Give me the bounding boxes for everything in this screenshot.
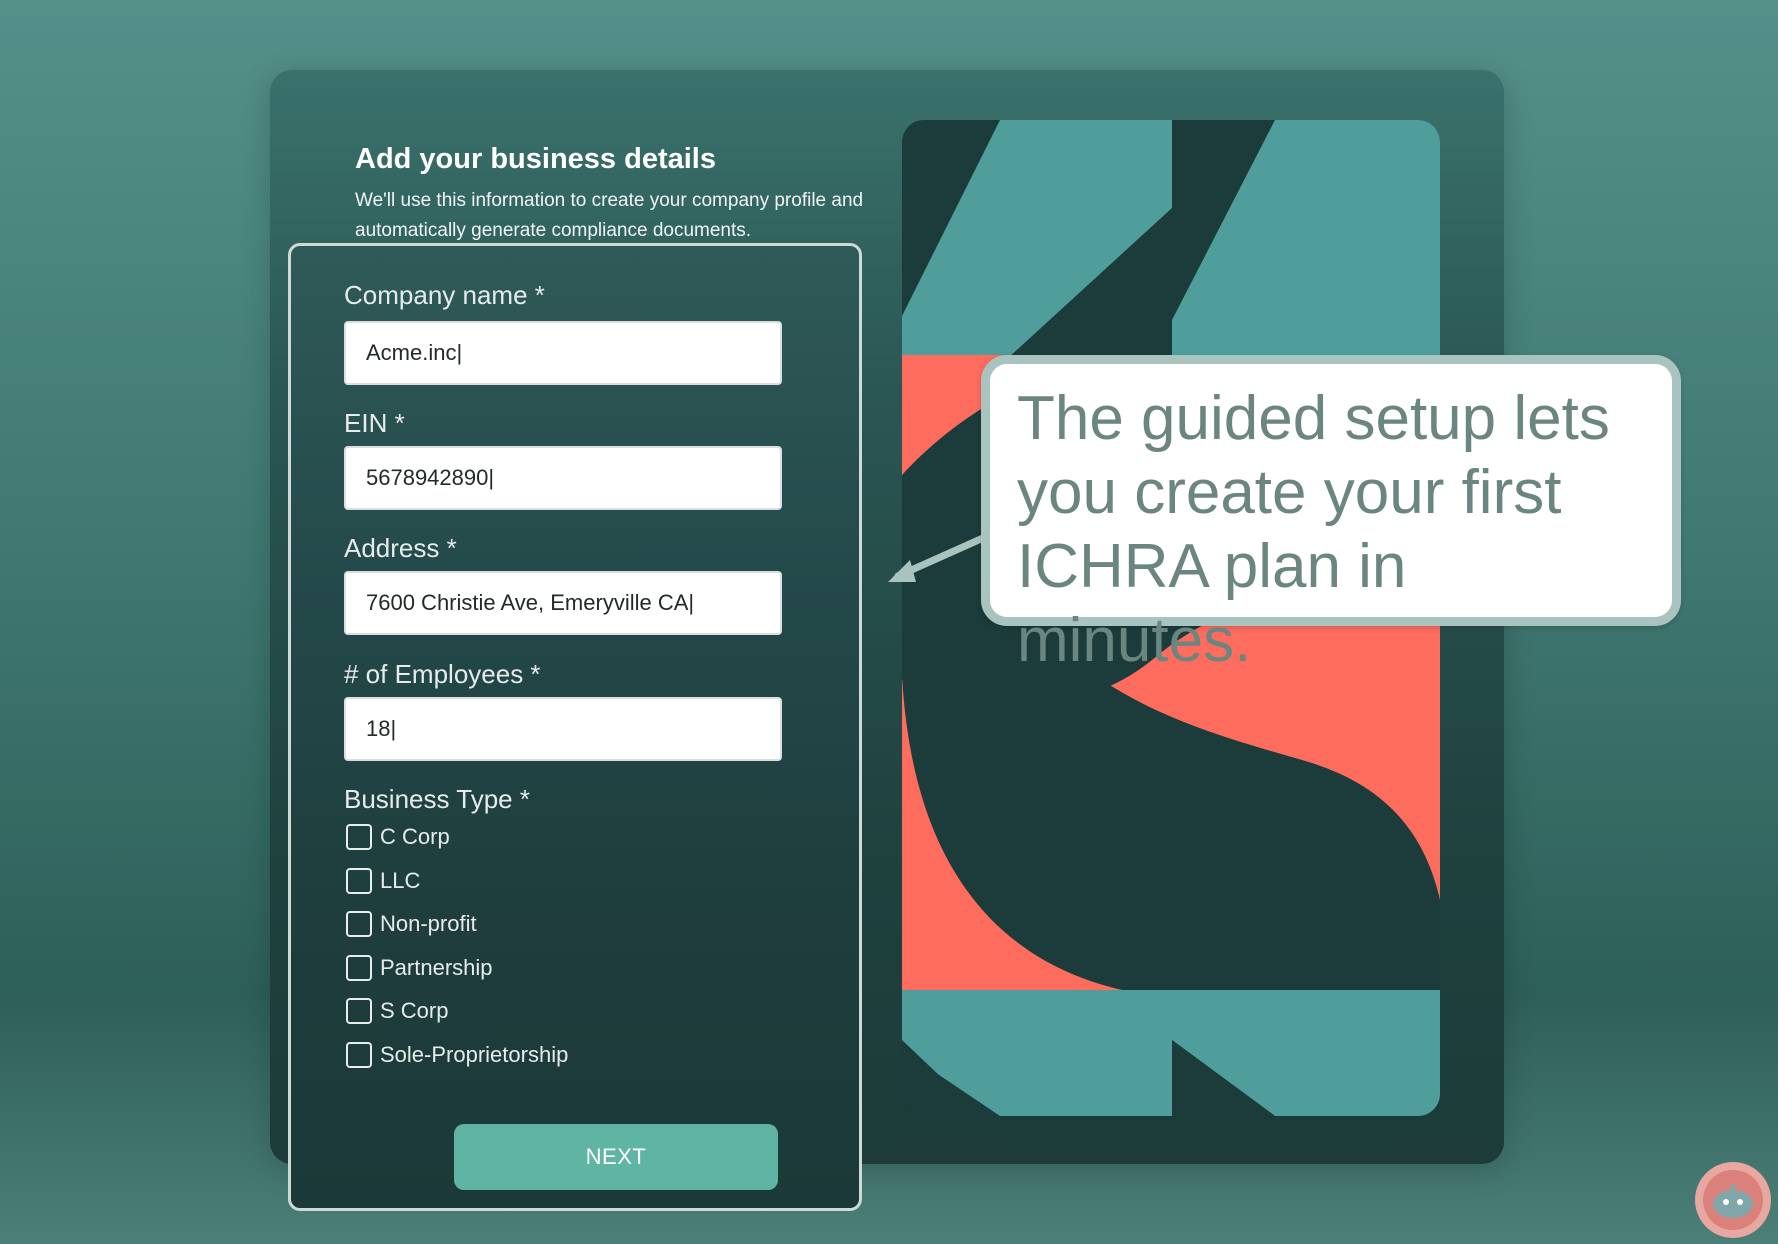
ein-input[interactable] xyxy=(344,446,782,510)
non-profit-checkbox[interactable] xyxy=(346,911,372,937)
ein-label: EIN * xyxy=(344,408,405,438)
s-corp-checkbox[interactable] xyxy=(346,998,372,1024)
next-button[interactable]: NEXT xyxy=(454,1124,778,1190)
company-name-input[interactable] xyxy=(344,321,782,385)
business-type-option-partnership[interactable]: Partnership xyxy=(346,953,493,983)
c-corp-label: C Corp xyxy=(380,824,450,849)
business-type-label: Business Type * xyxy=(344,784,530,814)
partnership-checkbox[interactable] xyxy=(346,955,372,981)
business-type-option-non-profit[interactable]: Non-profit xyxy=(346,909,477,939)
employees-input[interactable] xyxy=(344,697,782,761)
tooltip-callout: The guided setup lets you create your fi… xyxy=(981,355,1681,675)
page-subtitle: We'll use this information to create you… xyxy=(355,190,864,241)
company-name-label: Company name * xyxy=(344,280,545,310)
llc-label: LLC xyxy=(380,868,421,893)
chatbot-icon[interactable] xyxy=(1693,1160,1773,1240)
partnership-label: Partnership xyxy=(380,955,493,980)
c-corp-checkbox[interactable] xyxy=(346,824,372,850)
address-input[interactable] xyxy=(344,571,782,635)
s-corp-label: S Corp xyxy=(380,998,449,1023)
llc-checkbox[interactable] xyxy=(346,868,372,894)
business-type-option-llc[interactable]: LLC xyxy=(346,866,420,896)
business-type-option-s-corp[interactable]: S Corp xyxy=(346,996,448,1026)
page-title: Add your business details xyxy=(355,143,716,175)
business-type-option-sole-proprietorship[interactable]: Sole-Proprietorship xyxy=(346,1040,568,1070)
sole-proprietorship-checkbox[interactable] xyxy=(346,1042,372,1068)
address-label: Address * xyxy=(344,533,457,563)
business-type-option-c-corp[interactable]: C Corp xyxy=(346,822,450,852)
employees-label: # of Employees * xyxy=(344,659,541,689)
non-profit-label: Non-profit xyxy=(380,911,477,936)
callout-text: The guided setup lets you create your fi… xyxy=(1017,384,1610,675)
sole-proprietorship-label: Sole-Proprietorship xyxy=(380,1042,569,1067)
